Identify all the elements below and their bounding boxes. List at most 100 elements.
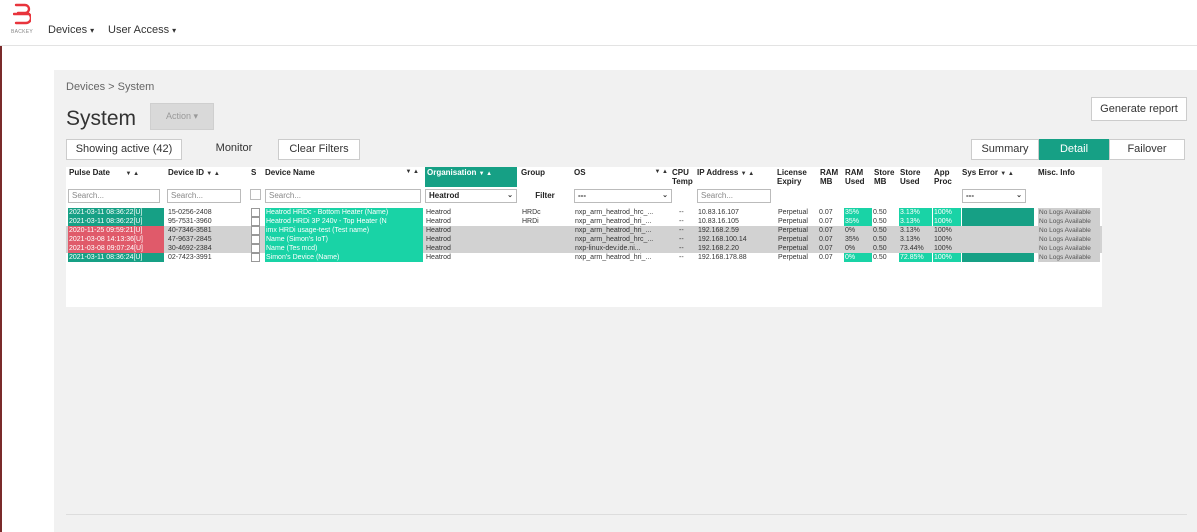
os-cell: nxp_arm_heatrod_hri_... xyxy=(575,218,652,225)
table-row[interactable]: 2020-11-25 09:59:21[U] 40-7346-3581 imx HR… xyxy=(66,226,1102,235)
col-header-pulse-date[interactable]: Pulse Date ▼ ▲ xyxy=(69,167,161,187)
os-select[interactable]: --- ⌄ xyxy=(574,189,672,203)
store-mb-cell: 0.50 xyxy=(873,236,887,243)
table-row[interactable]: 2021-03-08 09:07:24[U] 30-4692-2384 Name (… xyxy=(66,244,1102,253)
tab-failover[interactable]: Failover xyxy=(1109,139,1185,160)
pulse-date-search-input[interactable]: Search... xyxy=(68,189,160,203)
nav-user-access-menu[interactable]: User Access ▾ xyxy=(108,24,176,36)
ip-cell: 192.168.178.88 xyxy=(698,254,747,261)
sys-error-cell xyxy=(962,244,1034,253)
col-header-store-used[interactable]: Store Used xyxy=(900,167,930,187)
group-cell: HRDi xyxy=(522,218,539,225)
monitor-button[interactable]: Monitor xyxy=(204,139,264,160)
store-used-cell: 72.85% xyxy=(899,253,932,262)
ram-used-cell: 35% xyxy=(844,208,872,217)
table-row[interactable]: 2021-03-11 08:36:22[U] 95-7531-3960 Heatro… xyxy=(66,217,1102,226)
col-label: Organisation xyxy=(427,168,477,177)
sort-arrows-icon: ▼ ▲ xyxy=(654,169,668,175)
backey-logo-icon xyxy=(13,3,31,25)
ip-cell: 192.168.2.59 xyxy=(698,227,739,234)
cpu-temp-cell: -- xyxy=(679,209,684,216)
group-cell xyxy=(521,226,571,235)
license-cell: Perpetual xyxy=(778,245,808,252)
col-header-store-mb[interactable]: Store MB xyxy=(874,167,896,187)
select-all-checkbox[interactable] xyxy=(250,189,261,200)
pulse-date-cell: 2021-03-11 08:36:22[U] xyxy=(68,208,164,217)
col-header-ram-mb[interactable]: RAM MB xyxy=(820,167,840,187)
table-row[interactable]: 2021-03-08 14:13:36[U] 47-9637-2845 Name (… xyxy=(66,235,1102,244)
row-select-checkbox[interactable] xyxy=(251,226,260,235)
device-id-search-input[interactable]: Search... xyxy=(167,189,241,203)
device-name-search-input[interactable]: Search... xyxy=(265,189,421,203)
table-row[interactable]: 2021-03-11 08:36:22[U] 15-0256-2408 Heatro… xyxy=(66,208,1102,217)
action-label: Action xyxy=(165,111,191,121)
row-select-checkbox[interactable] xyxy=(251,253,260,262)
table-row[interactable]: 2021-03-11 08:36:24[U] 02-7423-3991 Simon'… xyxy=(66,253,1102,262)
license-cell: Perpetual xyxy=(778,236,808,243)
app-proc-cell: 100% xyxy=(933,217,961,226)
pulse-date-cell: 2021-03-11 08:36:24[U] xyxy=(68,253,164,262)
action-button[interactable]: Action ▾ xyxy=(150,103,214,130)
clear-filters-button[interactable]: Clear Filters xyxy=(278,139,360,160)
organisation-cell: Heatrod xyxy=(426,218,451,225)
row-select-checkbox[interactable] xyxy=(251,235,260,244)
tab-summary[interactable]: Summary xyxy=(971,139,1039,160)
col-header-sys-error[interactable]: Sys Error ▼ ▲ xyxy=(962,167,1034,187)
col-header-s[interactable]: S xyxy=(251,167,261,187)
top-navbar: BACKEY Devices ▾ User Access ▾ xyxy=(0,0,1197,46)
col-header-ram-used[interactable]: RAM Used xyxy=(845,167,867,187)
group-filter-button[interactable]: Filter xyxy=(521,189,569,203)
row-select-checkbox[interactable] xyxy=(251,208,260,217)
ram-mb-cell: 0.07 xyxy=(819,209,833,216)
os-cell: nxp_arm_heatrod_hrc_... xyxy=(575,236,654,243)
ip-address-search-input[interactable]: Search... xyxy=(697,189,771,203)
breadcrumb: Devices > System xyxy=(66,81,155,93)
row-select-checkbox[interactable] xyxy=(251,244,260,253)
col-label: Sys Error xyxy=(962,168,999,177)
col-label: Device ID xyxy=(168,168,205,177)
generate-report-button[interactable]: Generate report xyxy=(1091,97,1187,121)
nav-devices-menu[interactable]: Devices ▾ xyxy=(48,24,94,36)
cpu-temp-cell: -- xyxy=(679,227,684,234)
organisation-cell: Heatrod xyxy=(426,236,451,243)
ip-cell: 10.83.16.105 xyxy=(698,218,739,225)
col-header-app-proc[interactable]: App Proc xyxy=(934,167,956,187)
store-used-cell: 3.13% xyxy=(899,208,932,217)
organisation-cell: Heatrod xyxy=(426,209,451,216)
group-cell xyxy=(521,244,571,253)
brand-name: BACKEY xyxy=(10,29,34,35)
row-select-checkbox[interactable] xyxy=(251,217,260,226)
organisation-select[interactable]: Heatrod ⌄ xyxy=(425,189,517,203)
sys-error-select[interactable]: --- ⌄ xyxy=(962,189,1026,203)
showing-active-button[interactable]: Showing active (42) xyxy=(66,139,182,160)
col-header-organisation[interactable]: Organisation ▼ ▲ xyxy=(425,167,517,187)
app-proc-cell: 100% xyxy=(934,245,952,252)
store-mb-cell: 0.50 xyxy=(873,245,887,252)
device-name-cell: Heatrod HRDi 3P 240v - Top Heater (N xyxy=(265,217,423,226)
device-name-cell: Name (Simon's IoT) xyxy=(265,235,423,244)
cpu-temp-cell: -- xyxy=(679,236,684,243)
pulse-date-cell: 2020-11-25 09:59:21[U] xyxy=(68,226,164,235)
col-header-device-name[interactable]: Device Name ▼ ▲ xyxy=(265,167,421,187)
tab-detail[interactable]: Detail xyxy=(1039,139,1109,160)
col-label: Device Name xyxy=(265,168,315,177)
brand-logo[interactable]: BACKEY xyxy=(5,2,39,44)
col-header-license-expiry[interactable]: License Expiry xyxy=(777,167,815,187)
col-header-device-id[interactable]: Device ID ▼ ▲ xyxy=(168,167,242,187)
col-header-group[interactable]: Group xyxy=(521,167,565,187)
main-content: Devices > System System Action ▾ Generat… xyxy=(54,70,1197,532)
sys-error-select-value: --- xyxy=(966,191,974,200)
group-cell xyxy=(521,253,571,262)
systems-table: Pulse Date ▼ ▲ Device ID ▼ ▲ S Device Na… xyxy=(66,167,1102,307)
col-header-cpu-temp[interactable]: CPU Temp xyxy=(672,167,694,187)
app-proc-cell: 100% xyxy=(933,253,961,262)
col-header-ip-address[interactable]: IP Address ▼ ▲ xyxy=(697,167,775,187)
chevron-down-icon: ▾ xyxy=(193,111,199,121)
store-used-cell: 73.44% xyxy=(900,245,924,252)
misc-info-cell: No Logs Available xyxy=(1038,226,1100,235)
ram-used-cell: 0% xyxy=(845,227,856,234)
device-name-cell: Heatrod HRDc - Bottom Heater (Name) xyxy=(265,208,423,217)
ram-mb-cell: 0.07 xyxy=(819,227,833,234)
store-mb-cell: 0.50 xyxy=(873,227,887,234)
col-header-os[interactable]: OS ▼ ▲ xyxy=(574,167,670,187)
